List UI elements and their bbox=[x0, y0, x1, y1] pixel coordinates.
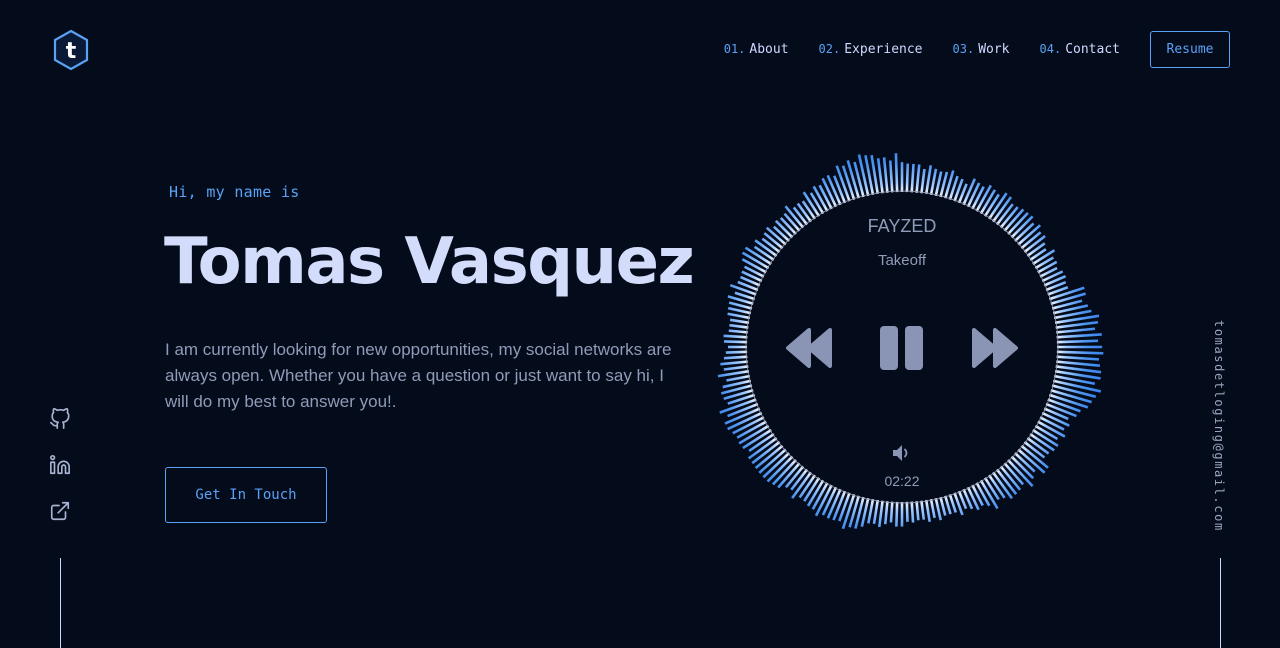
track-title: Takeoff bbox=[877, 252, 927, 269]
logo-letter: t bbox=[66, 39, 77, 64]
visualizer-bar bbox=[910, 163, 915, 198]
visualizer-bar bbox=[1051, 350, 1104, 355]
right-divider-line bbox=[1220, 558, 1221, 648]
social-links bbox=[48, 408, 72, 546]
nav-label: Experience bbox=[844, 42, 923, 57]
pause-icon[interactable] bbox=[879, 325, 925, 371]
track-time: 02:22 bbox=[884, 473, 920, 489]
github-icon[interactable] bbox=[49, 408, 71, 430]
visualizer-bar bbox=[1051, 327, 1096, 335]
visualizer-bar bbox=[894, 153, 899, 198]
visualizer-bar bbox=[1051, 333, 1102, 339]
external-link-icon[interactable] bbox=[49, 500, 71, 522]
left-divider-line bbox=[60, 558, 61, 648]
nav-item-about[interactable]: 01. About bbox=[724, 42, 789, 57]
visualizer-bar bbox=[1051, 339, 1099, 344]
hero-name: Tomas Vasquez bbox=[164, 225, 695, 299]
music-player: FAYZED Takeoff 02:22 bbox=[700, 145, 1104, 549]
resume-button[interactable]: Resume bbox=[1150, 31, 1230, 68]
visualizer-bar bbox=[905, 163, 910, 198]
get-in-touch-button[interactable]: Get In Touch bbox=[165, 467, 327, 523]
track-artist: FAYZED bbox=[867, 216, 937, 236]
nav-number: 01. bbox=[723, 42, 746, 56]
nav-number: 03. bbox=[952, 42, 975, 56]
nav-number: 02. bbox=[818, 42, 841, 56]
nav-label: About bbox=[749, 42, 789, 57]
fast-forward-icon[interactable] bbox=[969, 326, 1021, 370]
visualizer-bar bbox=[1051, 355, 1100, 361]
nav-label: Work bbox=[978, 42, 1010, 57]
nav-number: 04. bbox=[1039, 42, 1062, 56]
nav-label: Contact bbox=[1065, 42, 1120, 57]
visualizer-bar bbox=[1051, 359, 1101, 368]
rewind-icon[interactable] bbox=[783, 326, 835, 370]
nav-item-work[interactable]: 03. Work bbox=[953, 42, 1010, 57]
nav-item-experience[interactable]: 02. Experience bbox=[819, 42, 923, 57]
volume-icon[interactable] bbox=[892, 444, 912, 462]
greeting-text: Hi, my name is bbox=[169, 183, 300, 201]
hero-description: I am currently looking for new opportuni… bbox=[165, 340, 672, 411]
linkedin-icon[interactable] bbox=[49, 454, 71, 476]
nav-item-contact[interactable]: 04. Contact bbox=[1040, 42, 1120, 57]
email-link[interactable]: tomasdetloging@gmail.com bbox=[1212, 320, 1226, 532]
main-nav: 01. About 02. Experience 03. Work 04. Co… bbox=[724, 31, 1230, 68]
logo-icon[interactable]: t bbox=[52, 29, 90, 71]
portfolio-page: t 01. About 02. Experience 03. Work 04. … bbox=[0, 0, 1280, 648]
